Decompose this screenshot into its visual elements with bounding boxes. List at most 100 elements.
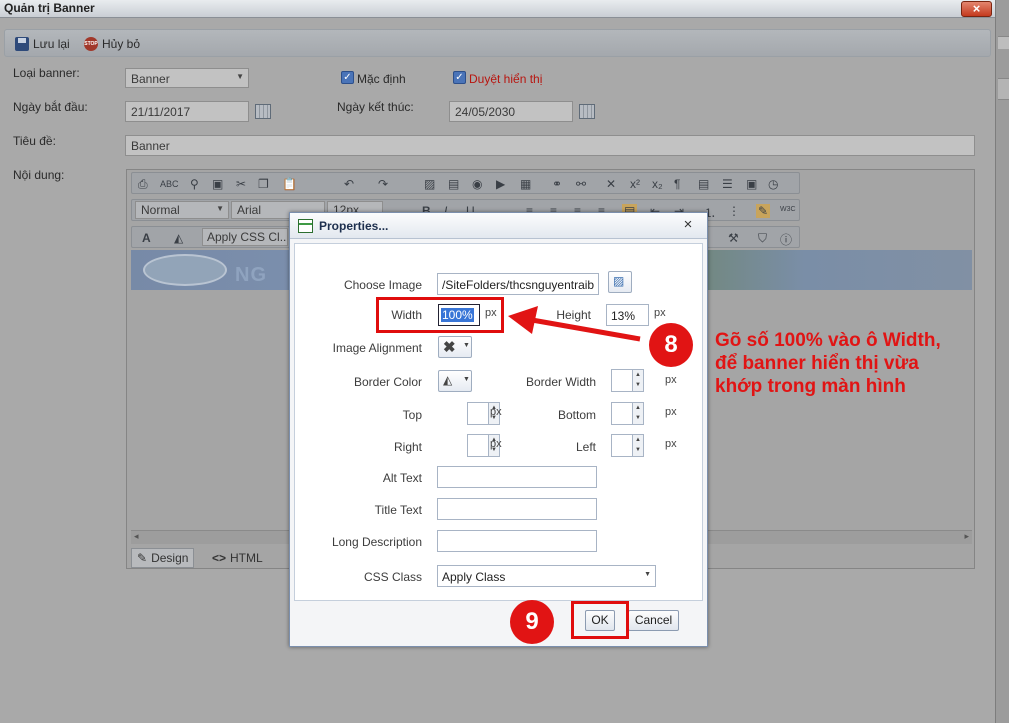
stop-icon: STOP <box>84 37 98 51</box>
choose-image-input[interactable]: /SiteFolders/thcsnguyentraib <box>437 273 599 295</box>
instruction-text: Gõ số 100% vào ô Width, để banner hiển t… <box>715 330 941 397</box>
format-value: Normal <box>141 203 180 217</box>
school-logo <box>143 254 227 286</box>
arrow-shaft <box>531 317 641 342</box>
save-icon <box>15 37 29 51</box>
css-class-label: CSS Class <box>363 570 422 584</box>
left-unit: px <box>665 438 677 450</box>
action-toolbar: Lưu lại STOP Hủy bỏ <box>4 29 991 57</box>
spellcheck-icon[interactable]: ABC <box>160 179 179 189</box>
no-align-icon: ✖ <box>443 339 456 356</box>
html-tab[interactable]: <> HTML <box>207 548 268 568</box>
background-element <box>998 78 1009 100</box>
pencil-icon: ✎ <box>137 551 148 565</box>
bottom-spinner[interactable]: ▲ ▼ <box>611 402 644 425</box>
choose-image-label: Choose Image <box>343 278 422 292</box>
font-color-icon[interactable]: A <box>142 231 151 245</box>
approved-checkbox[interactable]: ✓ <box>453 71 466 84</box>
arrow-head <box>508 306 538 334</box>
insert-image-icon[interactable]: ▤ <box>448 177 459 191</box>
help-icon[interactable]: ⓘ <box>780 231 792 248</box>
spinner-arrows[interactable]: ▲ ▼ <box>632 403 643 424</box>
step-9-badge: 9 <box>510 600 554 644</box>
spinner-arrows[interactable]: ▲ ▼ <box>632 370 643 391</box>
font-value: Arial <box>237 203 262 217</box>
w3c-icon[interactable]: W3C <box>780 206 796 213</box>
symbol-icon[interactable]: ⚒ <box>728 231 739 245</box>
css-class-select-value: Apply Class <box>442 570 506 584</box>
scroll-right-icon[interactable]: ▸ <box>964 531 969 542</box>
long-description-label: Long Description <box>331 535 422 549</box>
window-close-button[interactable]: × <box>961 1 992 17</box>
save-button[interactable]: Lưu lại <box>15 36 70 52</box>
height-unit: px <box>654 307 666 319</box>
window-title: Quản trị Banner <box>4 1 95 15</box>
calendar-icon[interactable] <box>255 104 271 119</box>
superscript-icon[interactable]: x² <box>630 177 640 191</box>
approved-label: Duyệt hiển thị <box>469 72 543 86</box>
image-manager-icon[interactable]: ▨ <box>424 177 435 191</box>
undo-icon[interactable]: ↶ <box>344 177 354 191</box>
right-label: Right <box>393 440 422 454</box>
bulleted-list-icon[interactable]: ⋮ <box>728 204 740 218</box>
redo-icon[interactable]: ↷ <box>378 177 388 191</box>
clear-format-icon[interactable]: ✕ <box>606 177 616 191</box>
title-input[interactable]: Banner <box>125 135 975 156</box>
image-alignment-select[interactable]: ✖ ▼ <box>438 336 472 358</box>
template-icon[interactable]: ▤ <box>698 177 709 191</box>
left-spinner[interactable]: ▲ ▼ <box>611 434 644 457</box>
paint-bucket-icon: ◭ <box>443 373 453 387</box>
long-description-input[interactable] <box>437 530 597 552</box>
edit-icon[interactable]: ✎ <box>756 204 771 218</box>
flash-icon[interactable]: ◉ <box>472 177 482 191</box>
chevron-down-icon: ▼ <box>236 72 244 81</box>
select-all-icon[interactable]: ▣ <box>212 177 223 191</box>
media-icon[interactable]: ▶ <box>496 177 505 191</box>
design-tab[interactable]: ✎ Design <box>131 548 195 568</box>
title-text-input[interactable] <box>437 498 597 520</box>
alt-text-input[interactable] <box>437 466 597 488</box>
find-icon[interactable]: ⚲ <box>190 177 199 191</box>
module-icon[interactable]: ▣ <box>746 177 757 191</box>
image-alignment-label: Image Alignment <box>332 341 422 355</box>
format-select[interactable]: Normal ▼ <box>135 201 229 219</box>
browse-image-button[interactable]: ▨ <box>608 271 632 293</box>
start-date-input[interactable]: 21/11/2017 <box>125 101 249 122</box>
css-class-select[interactable]: Apply Class ▼ <box>437 565 656 587</box>
dialog-close-button[interactable]: × <box>680 217 696 233</box>
title-label: Tiêu đề: <box>13 134 56 148</box>
default-checkbox[interactable]: ✓ <box>341 71 354 84</box>
alt-text-label: Alt Text <box>382 471 422 485</box>
properties-icon <box>298 219 313 233</box>
bottom-label: Bottom <box>557 408 596 422</box>
ok-highlight-box <box>571 601 629 639</box>
paste-icon[interactable]: 📋 <box>282 177 297 191</box>
cancel-button[interactable]: Cancel <box>628 610 679 631</box>
banner-type-value: Banner <box>131 72 170 86</box>
unlink-icon[interactable]: ⚯ <box>576 177 586 191</box>
cancel-button[interactable]: STOP Hủy bỏ <box>84 36 140 52</box>
highlight-icon[interactable]: ◭ <box>174 231 183 245</box>
cut-icon[interactable]: ✂ <box>236 177 246 191</box>
spinner-arrows[interactable]: ▲ ▼ <box>632 435 643 456</box>
link-icon[interactable]: ⚭ <box>552 177 562 191</box>
align-icon[interactable]: ☰ <box>722 177 733 191</box>
end-date-input[interactable]: 24/05/2030 <box>449 101 573 122</box>
chevron-down-icon: ▼ <box>216 204 224 213</box>
subscript-icon[interactable]: x₂ <box>652 177 663 191</box>
border-width-label: Border Width <box>525 375 596 389</box>
code-icon: <> <box>212 551 227 565</box>
css-class-select[interactable]: Apply CSS Cl... <box>202 228 288 246</box>
calendar-icon[interactable] <box>579 104 595 119</box>
paragraph-icon[interactable]: ¶ <box>674 177 680 191</box>
title-text-label: Title Text <box>374 503 422 517</box>
document-icon[interactable]: ▦ <box>520 177 531 191</box>
clock-icon[interactable]: ◷ <box>768 177 778 191</box>
border-width-spinner[interactable]: ▲ ▼ <box>611 369 644 392</box>
banner-type-select[interactable]: Banner ▼ <box>125 68 249 88</box>
border-color-picker[interactable]: ◭ ▼ <box>438 370 472 392</box>
shield-icon[interactable]: ⛉ <box>758 231 767 246</box>
print-icon[interactable]: ⎙ <box>138 177 148 192</box>
copy-icon[interactable]: ❐ <box>258 177 269 191</box>
scroll-left-icon[interactable]: ◂ <box>134 531 139 542</box>
